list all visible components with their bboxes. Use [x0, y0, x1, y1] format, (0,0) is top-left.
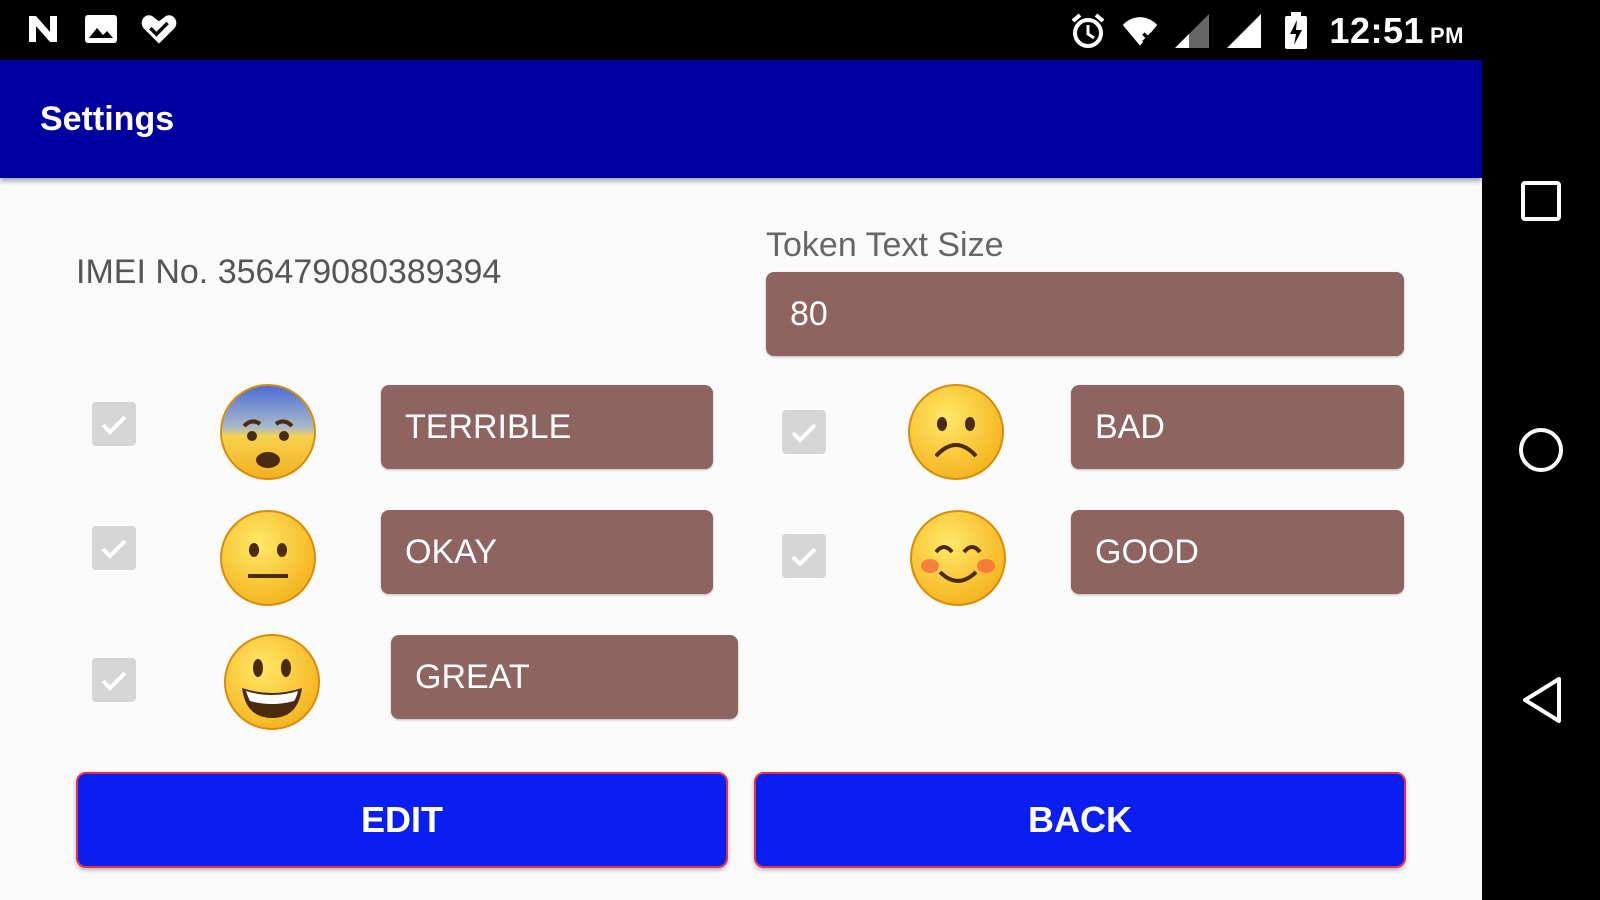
great-label-input[interactable]: GREAT	[391, 635, 738, 719]
app-toolbar: Settings	[0, 60, 1482, 178]
token-text-size-label: Token Text Size	[766, 226, 1004, 264]
status-bar: 12:51 PM	[0, 0, 1600, 60]
check-icon	[101, 539, 127, 559]
bad-label-input[interactable]: BAD	[1071, 385, 1404, 469]
check-icon	[791, 423, 817, 443]
grinning-face-icon	[222, 632, 322, 732]
heart-check-icon	[140, 10, 178, 48]
app-content: Settings IMEI No. 356479080389394 Token …	[0, 60, 1482, 900]
check-icon	[101, 415, 127, 435]
neutral-face-icon	[218, 508, 318, 608]
good-checkbox[interactable]	[782, 534, 826, 578]
wifi-x-icon	[1121, 12, 1159, 50]
terrible-checkbox[interactable]	[92, 402, 136, 446]
recents-square-icon[interactable]	[1516, 176, 1566, 226]
okay-checkbox[interactable]	[92, 526, 136, 570]
frowning-face-icon	[906, 382, 1006, 482]
time-text: 12:51	[1329, 10, 1424, 51]
great-checkbox[interactable]	[92, 658, 136, 702]
page-title: Settings	[40, 100, 175, 138]
back-button[interactable]: BACK	[754, 772, 1406, 868]
back-triangle-icon[interactable]	[1516, 675, 1566, 725]
ampm-text: PM	[1430, 23, 1464, 48]
signal-weak-icon	[1173, 12, 1211, 50]
home-circle-icon[interactable]	[1516, 425, 1566, 475]
edit-button[interactable]: EDIT	[76, 772, 728, 868]
clock: 12:51 PM	[1329, 10, 1464, 52]
token-text-size-input[interactable]: 80	[766, 272, 1404, 356]
alarm-icon	[1069, 12, 1107, 50]
bad-checkbox[interactable]	[782, 410, 826, 454]
check-icon	[791, 547, 817, 567]
terrible-label-input[interactable]: TERRIBLE	[381, 385, 713, 469]
check-icon	[101, 671, 127, 691]
n-notification-icon	[24, 10, 62, 48]
okay-label-input[interactable]: OKAY	[381, 510, 713, 594]
fearful-face-icon	[218, 382, 318, 482]
imei-text: IMEI No. 356479080389394	[76, 253, 502, 291]
good-label-input[interactable]: GOOD	[1071, 510, 1404, 594]
smiling-face-icon	[908, 508, 1008, 608]
image-icon	[82, 10, 120, 48]
battery-charging-icon	[1277, 12, 1315, 50]
navigation-bar	[1482, 60, 1600, 900]
signal-full-icon	[1225, 12, 1263, 50]
